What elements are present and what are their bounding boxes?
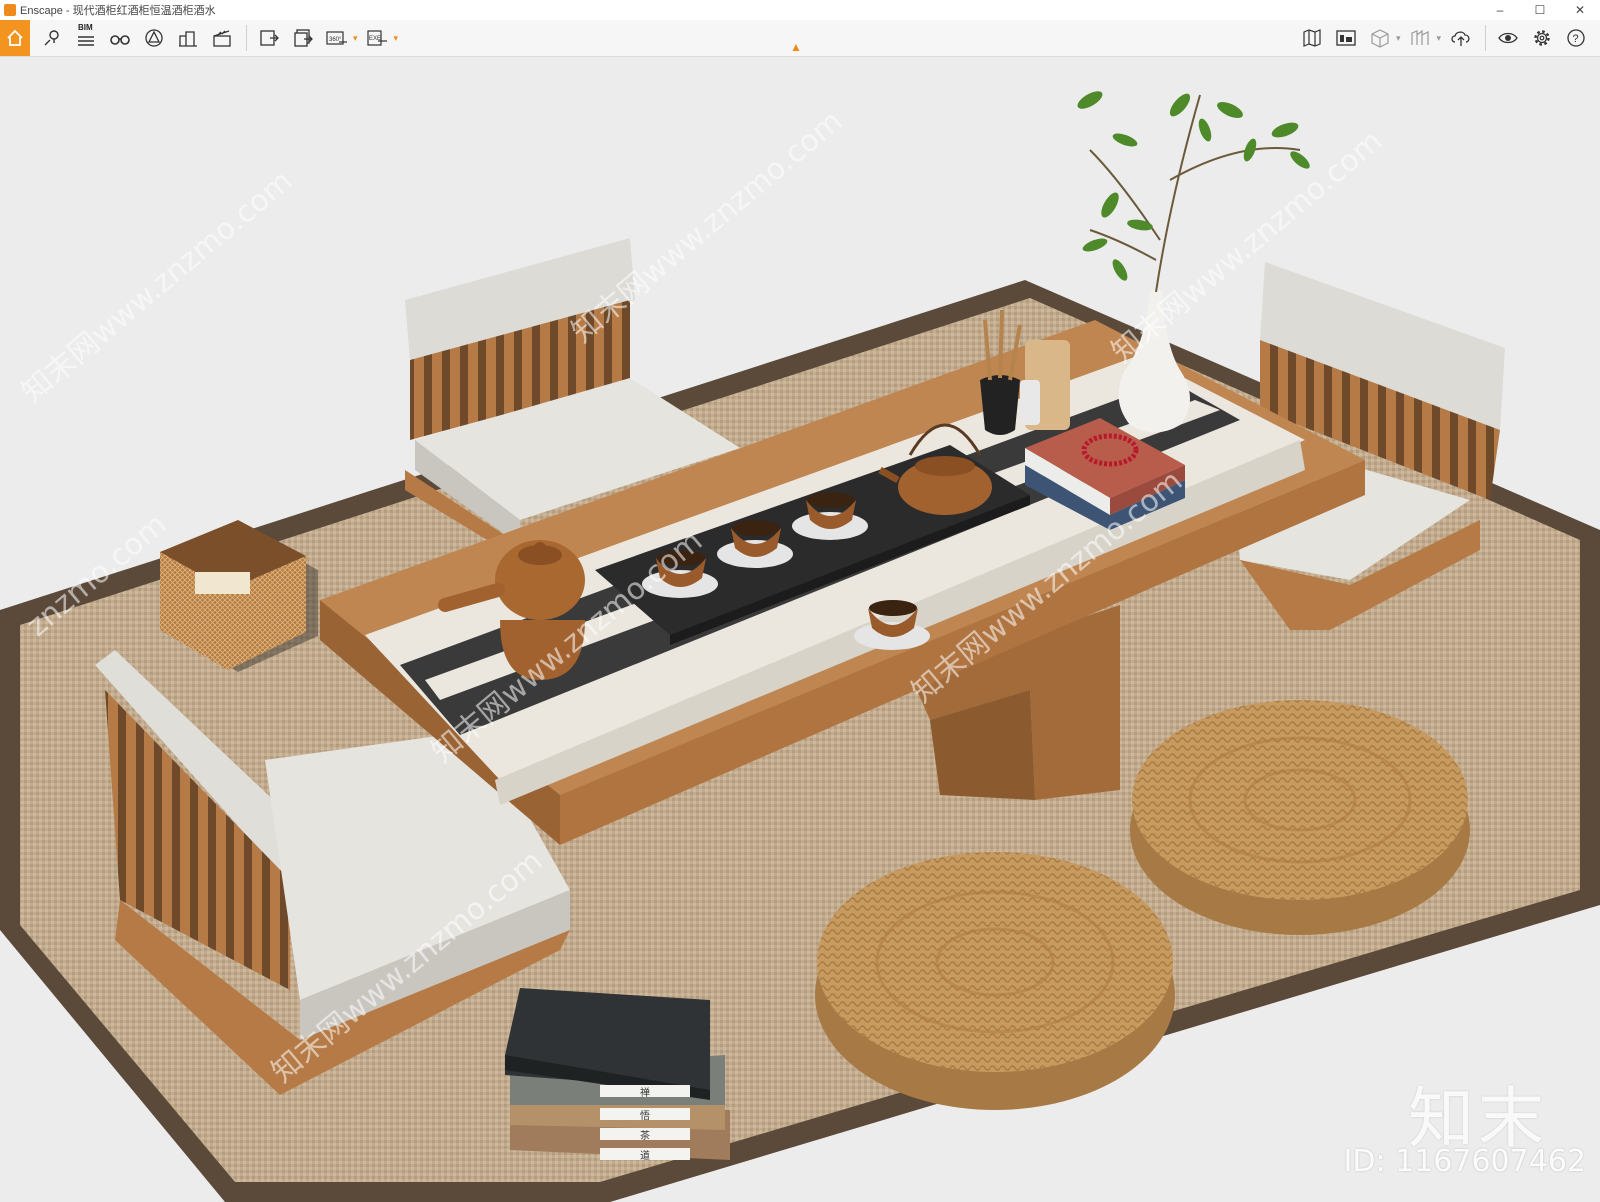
home-icon	[7, 29, 23, 46]
upload-button[interactable]	[1445, 22, 1477, 54]
map-book-button[interactable]	[1296, 22, 1328, 54]
help-icon: ?	[1567, 29, 1585, 47]
asset-library-button[interactable]	[1330, 22, 1362, 54]
map-book-icon	[1303, 29, 1321, 47]
buildings-button[interactable]	[172, 22, 204, 54]
maximize-icon[interactable]: ☐	[1520, 0, 1560, 20]
asset-library-icon	[1336, 30, 1356, 46]
screenshot-export-button[interactable]	[253, 22, 285, 54]
window-controls: – ☐ ✕	[1480, 0, 1600, 20]
straw-cushion-front	[815, 852, 1175, 1110]
exe-export-icon: EXE	[366, 30, 387, 46]
gear-icon	[1534, 30, 1550, 46]
render-scene: 禅 悟 茶 道	[0, 57, 1600, 1202]
book-spine-label-3: 茶	[640, 1129, 650, 1142]
bim-button[interactable]: BIM	[70, 22, 102, 54]
map-pin-icon	[44, 30, 59, 46]
toolbar-separator	[246, 25, 247, 51]
upload-icon	[1451, 31, 1470, 46]
panorama-dropdown-caret[interactable]: ▾	[353, 33, 358, 44]
material-dropdown-caret[interactable]: ▾	[1436, 33, 1441, 44]
collapse-toolbar-chevron-icon[interactable]: ▲	[790, 40, 802, 54]
close-icon[interactable]: ✕	[1560, 0, 1600, 20]
cube-button[interactable]	[1364, 22, 1396, 54]
material-icon	[1411, 29, 1430, 45]
image-id-label: ID: 1167607462	[1343, 1144, 1586, 1179]
title-bar: Enscape - 现代酒柜红酒柜恒温酒柜酒水 – ☐ ✕	[0, 0, 1600, 20]
render-viewport[interactable]: 禅 悟 茶 道 知末网www.znzmo.com 知末网www.znzmo.co…	[0, 57, 1600, 1202]
batch-export-button[interactable]	[287, 22, 319, 54]
window-title: Enscape - 现代酒柜红酒柜恒温酒柜酒水	[20, 5, 216, 17]
bim-label: BIM	[78, 23, 93, 32]
batch-export-icon	[294, 29, 313, 47]
cube-icon	[1371, 29, 1389, 48]
map-pin-button[interactable]	[36, 22, 68, 54]
home-button[interactable]	[0, 20, 30, 56]
material-button[interactable]	[1404, 22, 1436, 54]
binoculars-icon	[110, 35, 130, 45]
minimize-icon[interactable]: –	[1480, 0, 1520, 20]
exe-dropdown-caret[interactable]: ▾	[394, 33, 399, 44]
visibility-button[interactable]	[1492, 22, 1524, 54]
cube-dropdown-caret[interactable]: ▾	[1396, 33, 1401, 44]
settings-button[interactable]	[1526, 22, 1558, 54]
toolbar-separator	[1485, 25, 1486, 51]
help-button[interactable]: ?	[1560, 22, 1592, 54]
perspective-icon	[145, 29, 163, 47]
help-label: ?	[1573, 33, 1579, 45]
enscape-logo-icon	[4, 4, 16, 16]
perspective-button[interactable]	[138, 22, 170, 54]
floor-book-stack: 禅 悟 茶 道	[505, 988, 730, 1162]
book-spine-label-2: 悟	[640, 1109, 650, 1122]
book-spine-label-4: 道	[640, 1149, 650, 1162]
panorama-360-icon: 360°	[326, 31, 347, 45]
book-spine-label-1: 禅	[640, 1086, 650, 1099]
buildings-icon	[179, 31, 197, 47]
screenshot-export-icon	[260, 30, 279, 46]
binoculars-button[interactable]	[104, 22, 136, 54]
clapper-button[interactable]	[206, 22, 238, 54]
toolbar-right-group: ▾ ▾ ?	[1296, 20, 1594, 56]
eye-icon	[1498, 32, 1518, 44]
panorama-button[interactable]: 360°	[321, 22, 353, 54]
exe-export-button[interactable]: EXE	[362, 22, 394, 54]
clapper-icon	[213, 30, 231, 47]
straw-cushion-right	[1130, 700, 1470, 935]
